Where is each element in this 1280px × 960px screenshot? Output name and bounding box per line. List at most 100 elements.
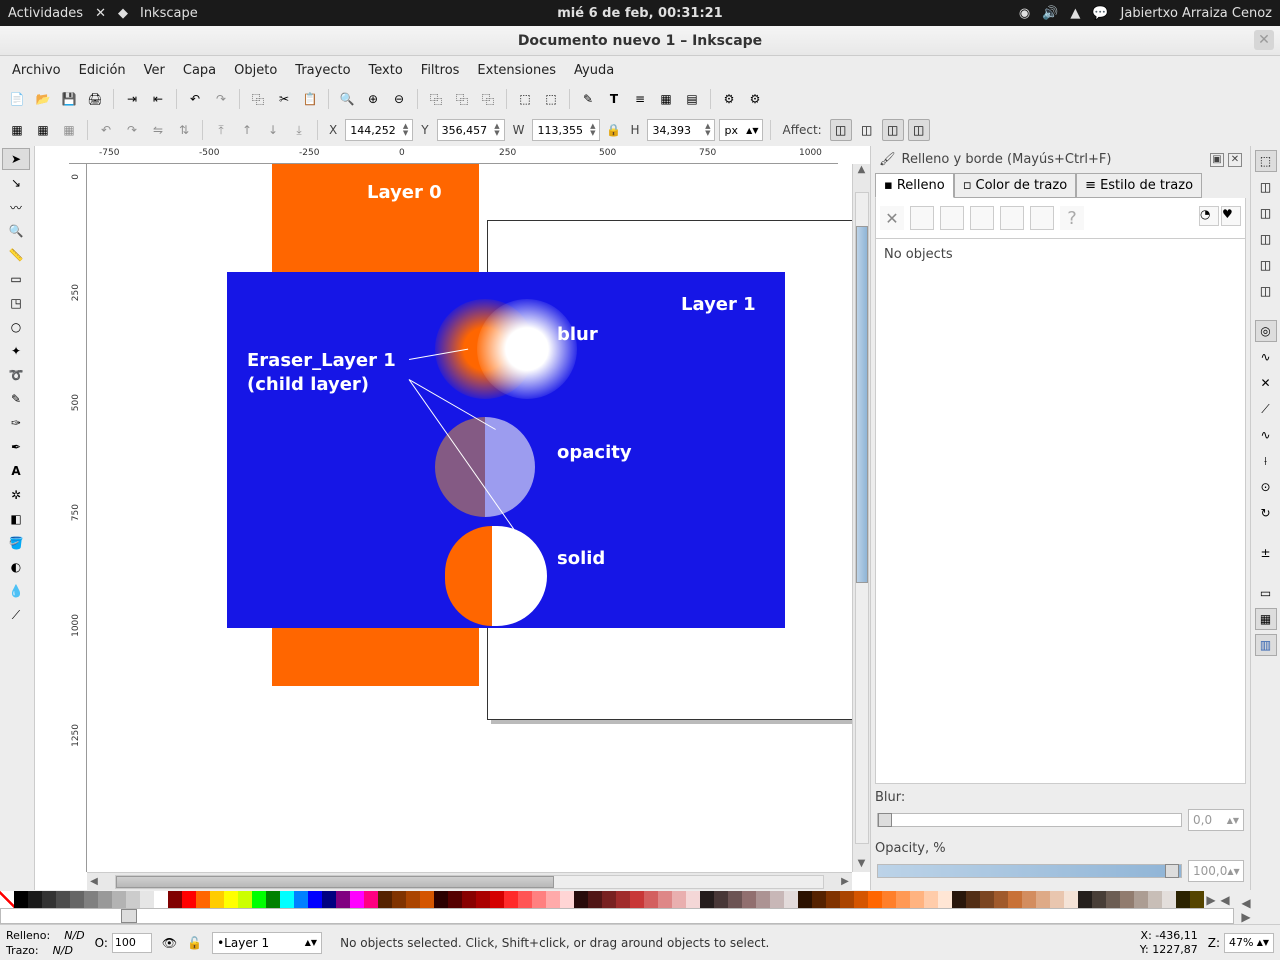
affect-pattern-button[interactable]: ◫ — [908, 119, 930, 141]
swatch[interactable] — [826, 891, 840, 908]
paint-none-button[interactable]: ✕ — [880, 206, 904, 230]
menu-edicion[interactable]: Edición — [71, 59, 134, 82]
swatch[interactable] — [518, 891, 532, 908]
snap-guide-button[interactable]: ▥ — [1255, 634, 1277, 656]
cut-button[interactable]: ✂ — [273, 88, 295, 110]
docprefs-button[interactable]: ⚙ — [744, 88, 766, 110]
snap-edge-button[interactable]: ◫ — [1255, 202, 1277, 224]
lock-icon[interactable]: 🔒 — [604, 121, 622, 139]
swatch[interactable] — [420, 891, 434, 908]
swatch[interactable] — [588, 891, 602, 908]
swatch[interactable] — [924, 891, 938, 908]
menu-capa[interactable]: Capa — [175, 59, 224, 82]
redo-button[interactable]: ↷ — [210, 88, 232, 110]
menu-extensiones[interactable]: Extensiones — [469, 59, 564, 82]
snap-grid-button[interactable]: ▦ — [1255, 608, 1277, 630]
swatch[interactable] — [546, 891, 560, 908]
swatch[interactable] — [756, 891, 770, 908]
swatch[interactable] — [994, 891, 1008, 908]
swatch[interactable] — [1148, 891, 1162, 908]
dropper-tool[interactable]: 💧 — [2, 580, 30, 602]
wifi-icon[interactable]: ▲ — [1070, 6, 1080, 21]
zoom-draw-button[interactable]: ⊕ — [362, 88, 384, 110]
swatch[interactable] — [70, 891, 84, 908]
swatch[interactable] — [308, 891, 322, 908]
xml-button[interactable]: ≡ — [629, 88, 651, 110]
swatch[interactable] — [462, 891, 476, 908]
visibility-icon[interactable]: 👁 — [162, 936, 177, 950]
swatch[interactable] — [966, 891, 980, 908]
flip-v-button[interactable]: ⇅ — [173, 119, 195, 141]
lower-bottom-button[interactable]: ⤓ — [288, 119, 310, 141]
swatch[interactable] — [602, 891, 616, 908]
layer-selector[interactable]: •Layer 1▲▼ — [212, 932, 322, 954]
new-doc-button[interactable]: 📄 — [6, 88, 28, 110]
swatch[interactable] — [560, 891, 574, 908]
swatch[interactable] — [812, 891, 826, 908]
swatch[interactable] — [1134, 891, 1148, 908]
snap-object-center-button[interactable]: ⊙ — [1255, 476, 1277, 498]
swatch[interactable] — [434, 891, 448, 908]
x-input[interactable]: 144,252▲▼ — [345, 119, 413, 141]
layers-button[interactable]: ▤ — [681, 88, 703, 110]
deselect-button[interactable]: ▦ — [58, 119, 80, 141]
scrollbar-vertical[interactable]: ▲▼ — [852, 164, 870, 872]
copy-button[interactable]: ⿻ — [247, 88, 269, 110]
swatch[interactable] — [182, 891, 196, 908]
menu-filtros[interactable]: Filtros — [413, 59, 468, 82]
canvas[interactable]: Layer 0 Layer 1 Eraser_Layer 1 (child la… — [87, 164, 852, 872]
paint-unknown-button[interactable]: ? — [1060, 206, 1084, 230]
swatch[interactable] — [1176, 891, 1190, 908]
snap-text-button[interactable]: ± — [1255, 542, 1277, 564]
a11y-icon[interactable]: ◉ — [1019, 6, 1030, 21]
menu-ver[interactable]: Ver — [136, 59, 173, 82]
swatch[interactable] — [406, 891, 420, 908]
swatch[interactable] — [322, 891, 336, 908]
undo-button[interactable]: ↶ — [184, 88, 206, 110]
swatch[interactable] — [238, 891, 252, 908]
swatch[interactable] — [1120, 891, 1134, 908]
zoom-page-button[interactable]: ⊖ — [388, 88, 410, 110]
lock-layer-icon[interactable]: 🔓 — [187, 936, 202, 950]
palette-scrollbar[interactable] — [0, 908, 1234, 924]
swatch[interactable] — [280, 891, 294, 908]
swatch[interactable] — [1036, 891, 1050, 908]
swatch[interactable] — [686, 891, 700, 908]
clone-button[interactable]: ⿻ — [451, 88, 473, 110]
panel-close-button[interactable]: ✕ — [1228, 153, 1242, 167]
swatch[interactable] — [616, 891, 630, 908]
swatch[interactable] — [266, 891, 280, 908]
affect-corners-button[interactable]: ◫ — [856, 119, 878, 141]
save-button[interactable]: 💾 — [58, 88, 80, 110]
swatch[interactable] — [154, 891, 168, 908]
flip-h-button[interactable]: ⇋ — [147, 119, 169, 141]
palette-menu[interactable]: ◀ — [1218, 891, 1232, 908]
swatch-none[interactable] — [0, 891, 14, 908]
paint-swatch-button[interactable] — [1030, 206, 1054, 230]
swatch[interactable] — [294, 891, 308, 908]
export-button[interactable]: ⇤ — [147, 88, 169, 110]
eraser-tool[interactable]: ◧ — [2, 508, 30, 530]
ungroup-button[interactable]: ⬚ — [540, 88, 562, 110]
swatch[interactable] — [882, 891, 896, 908]
zoom-tool[interactable]: 🔍 — [2, 220, 30, 242]
snap-intersect-button[interactable]: ✕ — [1255, 372, 1277, 394]
calligraphy-tool[interactable]: ✒ — [2, 436, 30, 458]
snap-line-mid-button[interactable]: ⟊ — [1255, 450, 1277, 472]
swatch[interactable] — [364, 891, 378, 908]
rect-tool[interactable]: ▭ — [2, 268, 30, 290]
menu-objeto[interactable]: Objeto — [226, 59, 285, 82]
snap-master-button[interactable]: ⬚ — [1255, 150, 1277, 172]
swatch[interactable] — [224, 891, 238, 908]
raise-button[interactable]: ↑ — [236, 119, 258, 141]
y-input[interactable]: 356,457▲▼ — [437, 119, 505, 141]
align-button[interactable]: ▦ — [655, 88, 677, 110]
snap-center-button[interactable]: ◫ — [1255, 280, 1277, 302]
spray-tool[interactable]: ✲ — [2, 484, 30, 506]
rot-cw-button[interactable]: ↷ — [121, 119, 143, 141]
swatch[interactable] — [336, 891, 350, 908]
color-palette[interactable]: ▶ ◀ — [0, 891, 1280, 908]
paint-linear-button[interactable] — [940, 206, 964, 230]
print-button[interactable]: 🖨 — [84, 88, 106, 110]
opacity-quick[interactable]: O: — [95, 933, 152, 953]
